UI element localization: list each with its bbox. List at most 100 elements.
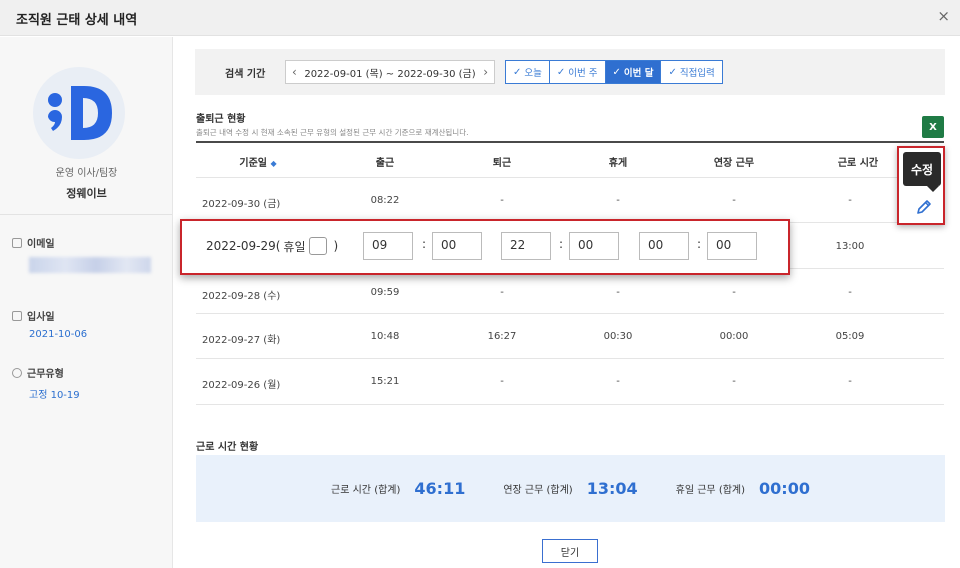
in-minute-input[interactable]: 00 [432, 232, 482, 260]
summary-item-holiday: 휴일 근무 (합계) 00:00 [676, 479, 810, 498]
date-range-text: 2022-09-01 (목) ~ 2022-09-30 (금) [304, 68, 476, 80]
row-worktime: 05:09 [835, 331, 865, 342]
row-out: - [500, 287, 504, 298]
table-header-divider [196, 141, 944, 143]
edit-tooltip: 수정 [903, 152, 941, 192]
column-header-date[interactable]: 기준일 ◆ [218, 154, 298, 169]
date-range-picker[interactable]: ‹ 2022-09-01 (목) ~ 2022-09-30 (금) › [285, 60, 495, 84]
row-in: 10:48 [370, 331, 400, 342]
email-value-blurred [29, 257, 151, 273]
chevron-left-icon[interactable]: ‹ [292, 65, 297, 79]
row-rest: - [616, 195, 620, 206]
modal-header: 조직원 근태 상세 내역 × [0, 0, 960, 36]
row-in: 15:21 [370, 376, 400, 387]
row-worktime: - [848, 195, 852, 206]
search-period-label: 검색 기간 [225, 69, 266, 80]
row-overtime: - [732, 195, 736, 206]
row-worktime: - [848, 287, 852, 298]
column-header-in: 출근 [375, 158, 395, 169]
worktype-value: 고정 10-19 [29, 390, 80, 401]
rest-hour-input[interactable]: 00 [639, 232, 689, 260]
check-icon: ✓ [612, 66, 621, 78]
search-bar: 검색 기간 ‹ 2022-09-01 (목) ~ 2022-09-30 (금) … [195, 49, 945, 95]
work-type-block: 근무유형 고정 10-19 [12, 365, 80, 401]
out-minute-input[interactable]: 00 [569, 232, 619, 260]
summary-value: 46:11 [414, 479, 466, 498]
join-date-block: 입사일 2021-10-06 [12, 308, 87, 340]
row-rest: - [616, 287, 620, 298]
summary-value: 00:00 [759, 479, 810, 498]
colon: : [422, 237, 427, 251]
row-out: 16:27 [487, 331, 517, 342]
summary-label: 근로 시간 (합계) [331, 485, 401, 496]
check-icon: ✓ [668, 66, 677, 78]
summary-label: 휴일 근무 (합계) [675, 485, 746, 496]
summary-item-overtime: 연장 근무 (합계) 13:04 [503, 479, 637, 498]
summary-panel: 근로 시간 (합계) 46:11 연장 근무 (합계) 13:04 휴일 근무 … [196, 455, 945, 522]
user-name: 정웨이브 [66, 187, 107, 200]
worktype-label: 근무유형 [27, 369, 64, 380]
close-button[interactable]: 닫기 [542, 539, 598, 563]
row-divider [196, 404, 944, 405]
close-paren: ) [333, 239, 339, 253]
row-out: - [500, 376, 504, 387]
row-worktime: - [848, 376, 852, 387]
segment-this-week[interactable]: ✓ 이번 주 [550, 61, 606, 83]
summary-value: 13:04 [586, 479, 638, 498]
sort-icon[interactable]: ◆ [270, 159, 276, 168]
row-date: 2022-09-28 (수) [202, 291, 281, 302]
sidebar-divider [0, 214, 172, 215]
summary-section-title: 근로 시간 현황 [196, 442, 259, 453]
edit-action-box: 수정 [897, 146, 945, 225]
period-segment-control: ✓ 오늘 ✓ 이번 주 ✓ 이번 달 ✓ 직접입력 [505, 60, 723, 84]
segment-label: 오늘 [524, 68, 542, 79]
segment-custom[interactable]: ✓ 직접입력 [661, 61, 721, 83]
chevron-right-icon[interactable]: › [483, 65, 488, 79]
row-divider [196, 313, 944, 314]
email-block: 이메일 [12, 235, 151, 273]
column-header-overtime: 연장 근무 [713, 158, 755, 169]
check-icon: ✓ [513, 66, 522, 78]
avatar [33, 67, 125, 159]
pencil-icon[interactable] [915, 198, 933, 216]
edit-row-worktime: 13:00 [835, 241, 865, 252]
close-icon[interactable]: × [937, 7, 950, 25]
rest-minute-input[interactable]: 00 [707, 232, 757, 260]
user-role: 운영 이사/팀장 [55, 168, 118, 179]
row-date: 2022-09-26 (월) [202, 380, 281, 391]
modal-title: 조직원 근태 상세 내역 [16, 13, 138, 28]
segment-label: 이번 달 [623, 68, 654, 79]
out-hour-input[interactable]: 22 [501, 232, 551, 260]
row-out: - [500, 195, 504, 206]
column-header-rest: 휴게 [608, 158, 628, 169]
calendar-icon [12, 310, 22, 321]
holiday-checkbox[interactable] [308, 237, 327, 255]
holiday-label: 휴일 [283, 239, 306, 254]
excel-download-icon[interactable]: X [922, 116, 944, 138]
join-value: 2021-10-06 [29, 329, 88, 340]
edit-date-text: 2022-09-29( [206, 239, 281, 253]
clock-icon [12, 367, 22, 378]
colon: : [559, 237, 564, 251]
join-label: 입사일 [27, 312, 55, 323]
segment-label: 직접입력 [679, 68, 715, 79]
row-rest: - [616, 376, 620, 387]
attendance-section-subtitle: 출퇴근 내역 수정 시 현재 소속된 근무 유형의 설정된 근무 시간 기준으로… [196, 128, 469, 137]
summary-label: 연장 근무 (합계) [503, 485, 573, 496]
attendance-section-title: 출퇴근 현황 [196, 114, 246, 125]
segment-today[interactable]: ✓ 오늘 [506, 61, 550, 83]
mail-icon [12, 237, 22, 248]
summary-item-work: 근로 시간 (합계) 46:11 [331, 479, 465, 498]
company-logo-icon [48, 86, 112, 140]
segment-label: 이번 주 [568, 68, 598, 79]
row-overtime: - [732, 287, 736, 298]
row-overtime: - [732, 376, 736, 387]
column-header-worktime: 근로 시간 [837, 158, 879, 169]
row-in: 08:22 [370, 195, 400, 206]
segment-this-month[interactable]: ✓ 이번 달 [605, 61, 662, 83]
row-divider [196, 177, 944, 178]
column-header-out: 퇴근 [492, 158, 512, 169]
in-hour-input[interactable]: 09 [363, 232, 413, 260]
edit-row-date: 2022-09-29( 휴일 ) [206, 237, 338, 255]
row-rest: 00:30 [603, 331, 633, 342]
